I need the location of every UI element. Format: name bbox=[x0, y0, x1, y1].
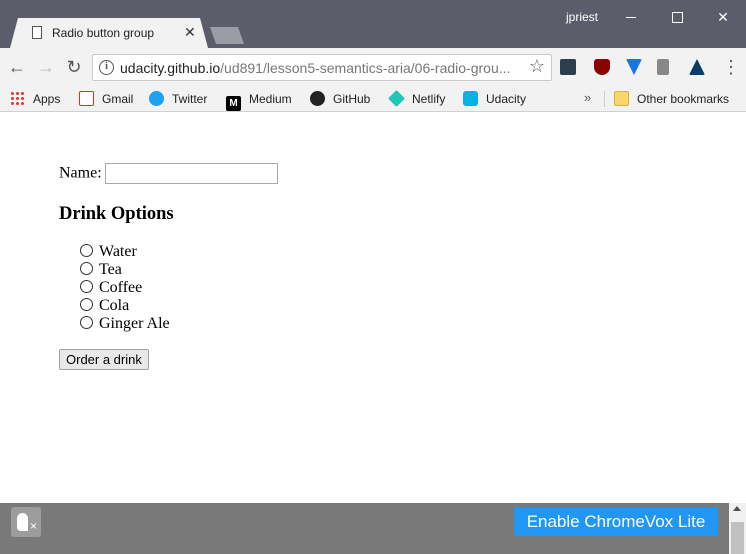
readability-icon[interactable] bbox=[657, 59, 669, 75]
url-host: udacity.github.io bbox=[120, 60, 221, 76]
scrollbar-thumb[interactable] bbox=[731, 522, 744, 554]
address-bar[interactable]: i udacity.github.io/ud891/lesson5-semant… bbox=[92, 54, 552, 81]
radio-option-ginger-ale[interactable]: Ginger Ale bbox=[80, 315, 170, 333]
bookmark-apps[interactable]: Apps bbox=[10, 90, 60, 108]
gmail-icon bbox=[79, 91, 94, 106]
site-info-icon[interactable]: i bbox=[99, 60, 114, 75]
bookmark-twitter[interactable]: Twitter bbox=[149, 90, 207, 108]
url-text[interactable]: udacity.github.io/ud891/lesson5-semantic… bbox=[120, 60, 520, 76]
bookmarks-bar: Apps Gmail Twitter M Medium GitHub Netlif… bbox=[0, 86, 746, 112]
netlify-icon bbox=[388, 90, 405, 107]
radio-icon[interactable] bbox=[80, 280, 93, 293]
bookmark-label: Apps bbox=[33, 92, 61, 106]
bookmark-label: Udacity bbox=[486, 92, 527, 106]
radio-option-coffee[interactable]: Coffee bbox=[80, 279, 170, 297]
page-content: Name: Drink Options Water Tea Coffee Col… bbox=[0, 113, 746, 503]
tab-title: Radio button group bbox=[52, 26, 155, 40]
bookmark-github[interactable]: GitHub bbox=[310, 90, 370, 108]
radio-label: Ginger Ale bbox=[99, 315, 170, 332]
radio-icon[interactable] bbox=[80, 244, 93, 257]
twitter-icon bbox=[149, 91, 164, 106]
tab-radio-button-group[interactable]: Radio button group ✕ bbox=[10, 18, 208, 48]
tab-close-icon[interactable]: ✕ bbox=[184, 24, 196, 41]
folder-icon bbox=[614, 91, 629, 106]
reload-button[interactable]: ↻ bbox=[63, 56, 85, 78]
bookmark-label: Twitter bbox=[172, 92, 208, 106]
name-row: Name: bbox=[59, 163, 278, 184]
scroll-up-arrow-icon[interactable] bbox=[733, 506, 741, 511]
bookmark-netlify[interactable]: Netlify bbox=[388, 90, 446, 108]
radio-icon[interactable] bbox=[80, 298, 93, 311]
chromevox-bar: × Enable ChromeVox Lite bbox=[0, 503, 746, 554]
bookmarks-overflow-icon[interactable]: » bbox=[584, 90, 591, 105]
radio-label: Coffee bbox=[99, 279, 143, 296]
maximize-button[interactable] bbox=[654, 4, 700, 30]
radio-option-cola[interactable]: Cola bbox=[80, 297, 170, 315]
new-tab-button[interactable] bbox=[210, 27, 244, 44]
radio-icon[interactable] bbox=[80, 262, 93, 275]
vimium-icon[interactable] bbox=[626, 59, 642, 75]
bookmarks-divider bbox=[604, 91, 605, 107]
bookmark-star-icon[interactable]: ☆ bbox=[529, 56, 545, 77]
close-window-button[interactable]: ✕ bbox=[700, 4, 746, 30]
bookmark-label: GitHub bbox=[333, 92, 371, 106]
udacity-ext-icon[interactable] bbox=[560, 59, 576, 75]
ublock-icon[interactable] bbox=[594, 59, 610, 75]
forward-button[interactable]: → bbox=[35, 56, 57, 78]
bookmark-label: Netlify bbox=[412, 92, 446, 106]
page-icon bbox=[32, 26, 42, 39]
enable-chromevox-button[interactable]: Enable ChromeVox Lite bbox=[514, 508, 718, 536]
drink-radio-group: Water Tea Coffee Cola Ginger Ale bbox=[80, 243, 170, 333]
radio-label: Water bbox=[99, 243, 137, 260]
radio-label: Tea bbox=[99, 261, 122, 278]
bookmark-udacity[interactable]: Udacity bbox=[463, 90, 526, 108]
bookmark-label: Other bookmarks bbox=[637, 92, 730, 106]
minimize-button[interactable] bbox=[608, 4, 654, 30]
medium-icon: M bbox=[226, 96, 241, 111]
radio-option-water[interactable]: Water bbox=[80, 243, 170, 261]
back-button[interactable]: ← bbox=[6, 56, 28, 78]
url-path: /ud891/lesson5-semantics-aria/06-radio-g… bbox=[220, 60, 511, 76]
window-titlebar: Radio button group ✕ jpriest ✕ bbox=[0, 0, 746, 48]
radio-icon[interactable] bbox=[80, 316, 93, 329]
drink-options-heading: Drink Options bbox=[59, 204, 174, 224]
other-bookmarks[interactable]: Other bookmarks bbox=[614, 90, 729, 108]
chrome-menu-icon[interactable]: ⋮ bbox=[722, 56, 740, 78]
udacity-icon bbox=[463, 91, 478, 106]
radio-label: Cola bbox=[99, 297, 130, 314]
name-label: Name: bbox=[59, 164, 102, 182]
bookmark-label: Gmail bbox=[102, 92, 134, 106]
chromevox-disable-icon[interactable]: × bbox=[11, 507, 41, 537]
bookmark-medium[interactable]: M Medium bbox=[226, 90, 292, 111]
profile-name[interactable]: jpriest bbox=[566, 10, 598, 24]
radio-option-tea[interactable]: Tea bbox=[80, 261, 170, 279]
browser-toolbar: ← → ↻ i udacity.github.io/ud891/lesson5-… bbox=[0, 48, 746, 86]
bookmark-label: Medium bbox=[249, 92, 292, 106]
bookmark-gmail[interactable]: Gmail bbox=[79, 90, 133, 108]
name-input[interactable] bbox=[104, 163, 278, 184]
github-icon bbox=[310, 91, 325, 106]
order-drink-button[interactable]: Order a drink bbox=[59, 349, 149, 370]
apps-grid-icon bbox=[10, 91, 25, 106]
page-scrollbar[interactable] bbox=[729, 503, 746, 554]
drive-icon[interactable] bbox=[689, 59, 705, 75]
